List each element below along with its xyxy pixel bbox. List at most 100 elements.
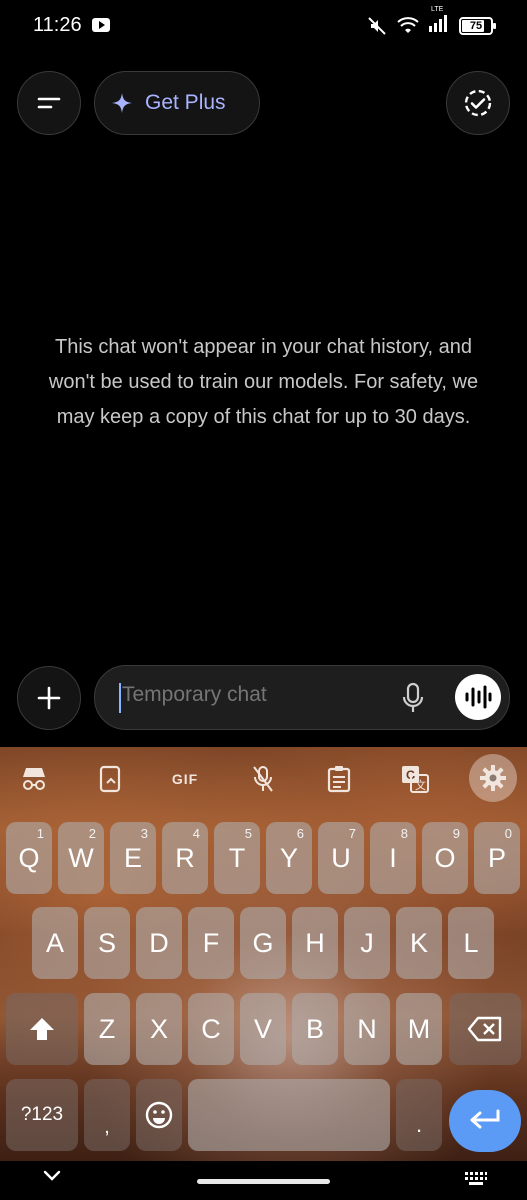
keyboard-switch-icon[interactable] [464, 1171, 488, 1187]
key-hint: 7 [348, 826, 356, 841]
message-composer[interactable] [94, 665, 510, 730]
status-bar: 11:26 LTE 75 [0, 0, 527, 56]
sticker-icon[interactable] [93, 762, 127, 796]
key-z[interactable]: Z [84, 993, 130, 1065]
period-key[interactable]: . [396, 1079, 442, 1151]
key-a[interactable]: A [32, 907, 78, 979]
key-label: Z [98, 1013, 116, 1044]
key-n[interactable]: N [344, 993, 390, 1065]
key-k[interactable]: K [396, 907, 442, 979]
status-icons: LTE 75 [367, 6, 496, 37]
backspace-key[interactable] [449, 993, 521, 1065]
key-label: V [253, 1013, 272, 1044]
symbols-key[interactable]: ?123 [6, 1079, 78, 1151]
key-i[interactable]: I8 [370, 822, 416, 894]
mute-vibrate-icon [368, 16, 386, 35]
plus-icon [37, 686, 61, 710]
wifi-icon [397, 16, 419, 33]
key-v[interactable]: V [240, 993, 286, 1065]
gif-button[interactable]: GIF [168, 762, 202, 796]
key-hint: 5 [244, 826, 252, 841]
temporary-chat-toggle[interactable] [446, 71, 510, 135]
key-y[interactable]: Y6 [266, 822, 312, 894]
key-g[interactable]: G [240, 907, 286, 979]
key-b[interactable]: B [292, 993, 338, 1065]
message-input[interactable] [122, 683, 372, 707]
temporary-chat-notice: This chat won't appear in your chat hist… [48, 336, 479, 428]
shift-icon [30, 1018, 54, 1040]
key-label: U [331, 842, 351, 873]
mic-icon[interactable] [401, 682, 425, 714]
sparkle-icon [112, 93, 132, 113]
key-r[interactable]: R4 [162, 822, 208, 894]
network-type: LTE [431, 6, 444, 13]
key-label: I [389, 842, 397, 873]
incognito-icon[interactable] [17, 762, 51, 796]
key-f[interactable]: F [188, 907, 234, 979]
emoji-icon [145, 1101, 173, 1129]
key-label: N [357, 1013, 377, 1044]
key-label: , [104, 1115, 110, 1138]
key-u[interactable]: U7 [318, 822, 364, 894]
emoji-key[interactable] [136, 1079, 182, 1151]
key-label: . [415, 1112, 423, 1137]
key-label: J [360, 927, 374, 958]
home-gesture-bar[interactable] [197, 1179, 330, 1184]
menu-icon [37, 97, 61, 109]
key-q[interactable]: Q1 [6, 822, 52, 894]
key-j[interactable]: J [344, 907, 390, 979]
key-label: X [149, 1013, 168, 1044]
key-label: W [68, 842, 94, 873]
enter-icon [470, 1109, 500, 1129]
menu-button[interactable] [17, 71, 81, 135]
navigation-bar [0, 1161, 527, 1200]
keyboard-toolbar: GIF G 文 [0, 747, 527, 811]
gear-icon [480, 765, 506, 791]
key-label: K [409, 927, 428, 958]
voice-mode-button[interactable] [455, 674, 501, 720]
key-label: S [97, 927, 116, 958]
key-label: T [228, 842, 246, 873]
text-caret [119, 683, 121, 713]
keyboard-settings-button[interactable] [469, 754, 517, 802]
mic-off-icon[interactable] [246, 762, 280, 796]
battery-level: 75 [469, 19, 483, 32]
shift-key[interactable] [6, 993, 78, 1065]
battery-icon: 75 [459, 16, 496, 35]
comma-key[interactable]: , [84, 1079, 130, 1151]
key-h[interactable]: H [292, 907, 338, 979]
voice-waveform-icon [465, 685, 492, 709]
key-hint: 6 [296, 826, 304, 841]
key-label: R [175, 842, 195, 873]
key-label: O [434, 842, 456, 873]
enter-key[interactable] [449, 1090, 521, 1152]
key-hint: 3 [140, 826, 148, 841]
key-label: P [487, 842, 506, 873]
get-plus-button[interactable]: Get Plus [94, 71, 260, 135]
chevron-down-icon[interactable] [42, 1169, 62, 1183]
key-e[interactable]: E3 [110, 822, 156, 894]
key-p[interactable]: P0 [474, 822, 520, 894]
key-hint: 2 [88, 826, 96, 841]
key-label: B [305, 1013, 324, 1044]
key-hint: 1 [36, 826, 44, 841]
key-label: Y [279, 842, 298, 873]
key-l[interactable]: L [448, 907, 494, 979]
key-label: M [407, 1013, 431, 1044]
attach-button[interactable] [17, 666, 81, 730]
key-label: H [305, 927, 325, 958]
translate-icon[interactable]: G 文 [398, 762, 432, 796]
key-s[interactable]: S [84, 907, 130, 979]
key-x[interactable]: X [136, 993, 182, 1065]
key-o[interactable]: O9 [422, 822, 468, 894]
key-c[interactable]: C [188, 993, 234, 1065]
key-m[interactable]: M [396, 993, 442, 1065]
key-w[interactable]: W2 [58, 822, 104, 894]
clipboard-icon[interactable] [322, 762, 356, 796]
key-d[interactable]: D [136, 907, 182, 979]
key-label: G [252, 927, 274, 958]
key-t[interactable]: T5 [214, 822, 260, 894]
space-key[interactable] [188, 1079, 390, 1151]
key-label: L [463, 927, 479, 958]
key-hint: 9 [452, 826, 460, 841]
